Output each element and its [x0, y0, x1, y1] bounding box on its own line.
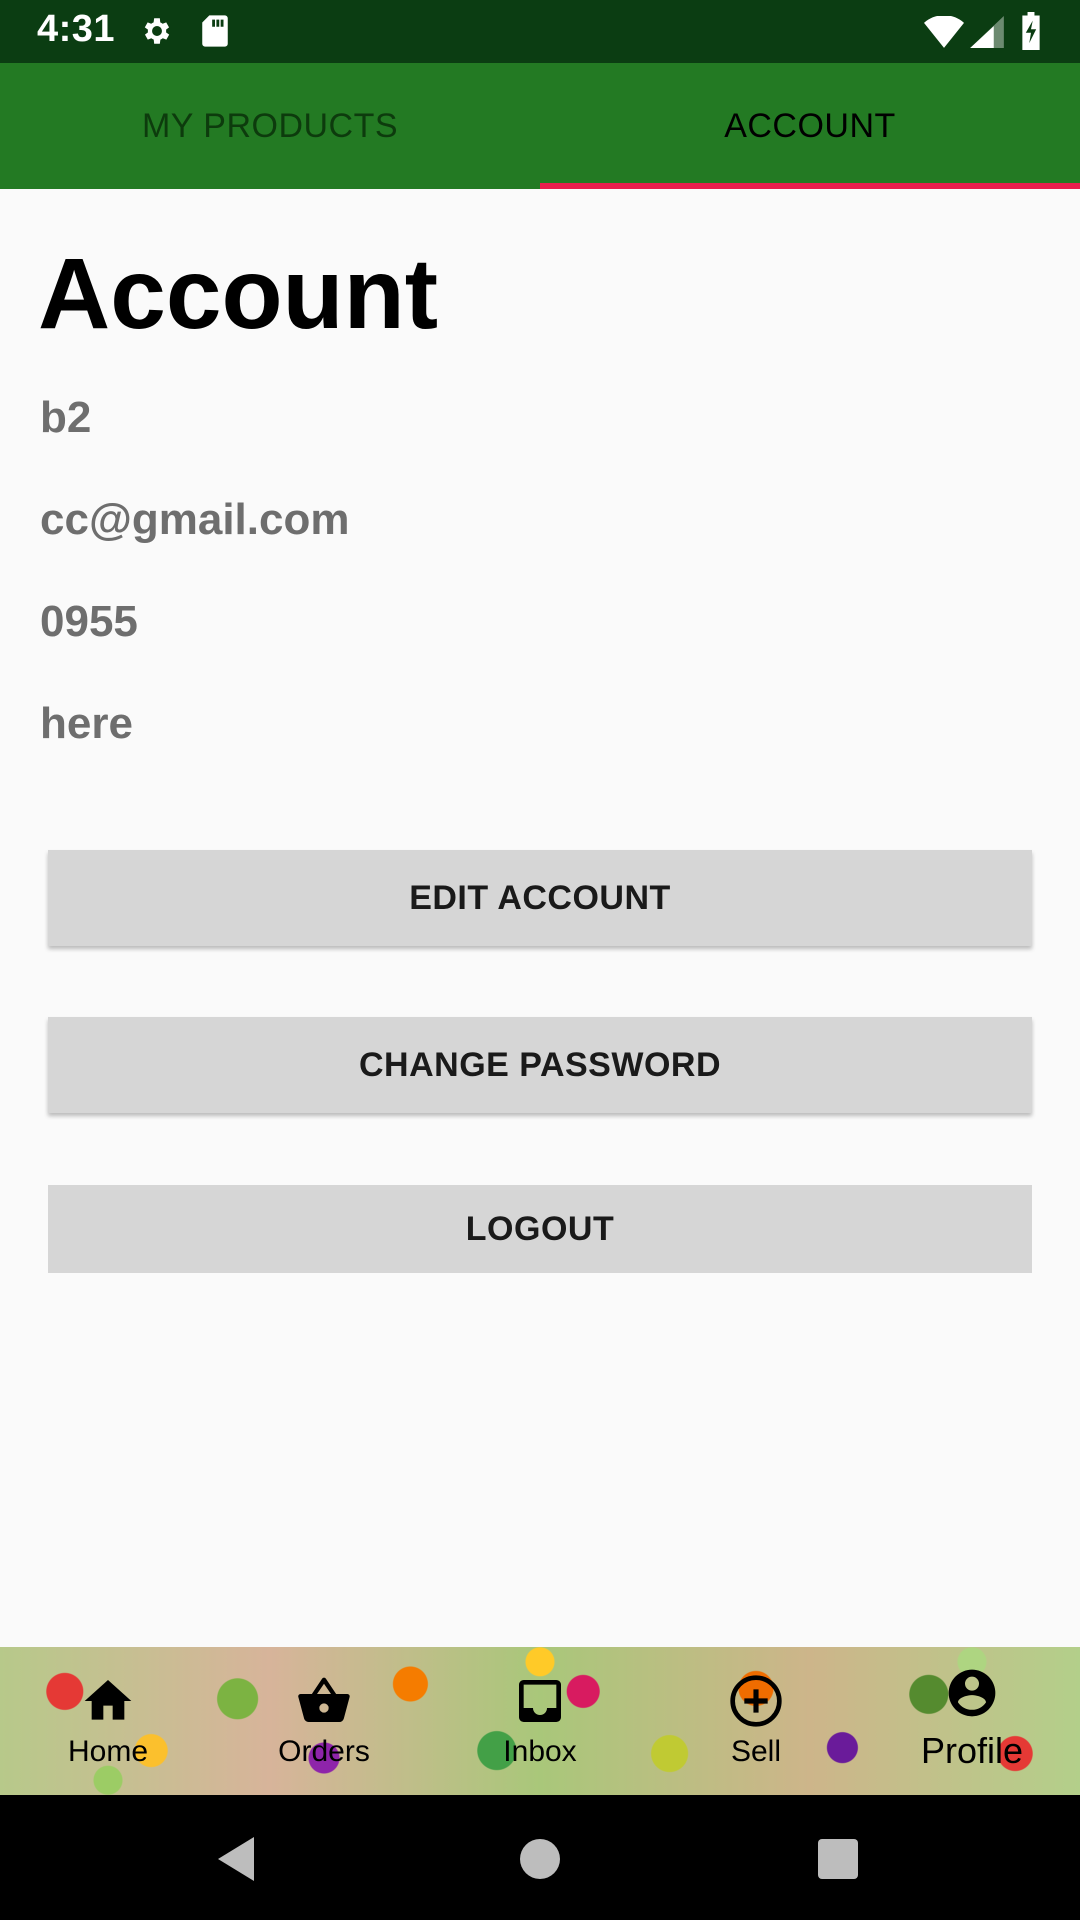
account-email: cc@gmail.com: [40, 495, 350, 544]
profile-icon: [944, 1665, 1000, 1721]
account-phone: 0955: [40, 597, 138, 646]
status-time: 4:31: [37, 8, 116, 50]
nav-sell[interactable]: Sell: [648, 1647, 864, 1795]
change-password-button[interactable]: CHANGE PASSWORD: [48, 1017, 1032, 1113]
screen: 4:31 MY PRODUCTS ACCOUNT Account b2 cc@g…: [0, 0, 1080, 1920]
bottom-nav: Home Orders Inbox Sell Profile: [0, 1647, 1080, 1795]
tab-account[interactable]: ACCOUNT: [540, 63, 1080, 189]
battery-charging-icon: [1020, 12, 1042, 55]
nav-orders-label: Orders: [278, 1735, 370, 1768]
back-icon[interactable]: [218, 1837, 258, 1886]
tab-bar: MY PRODUCTS ACCOUNT: [0, 63, 1080, 189]
nav-profile-label: Profile: [920, 1730, 1024, 1771]
logout-button[interactable]: LOGOUT: [48, 1185, 1032, 1273]
nav-home[interactable]: Home: [0, 1647, 216, 1795]
basket-icon: [296, 1673, 352, 1729]
signal-icon: [970, 16, 1004, 53]
system-nav-bar: [0, 1795, 1080, 1920]
tab-my-products[interactable]: MY PRODUCTS: [0, 63, 540, 189]
home-circle-icon[interactable]: [520, 1839, 560, 1884]
account-name: b2: [40, 393, 92, 442]
gear-icon: [140, 14, 174, 53]
home-icon: [80, 1673, 136, 1729]
nav-profile[interactable]: Profile: [864, 1647, 1080, 1795]
nav-sell-label: Sell: [730, 1735, 782, 1768]
recents-icon[interactable]: [818, 1839, 858, 1884]
nav-inbox[interactable]: Inbox: [432, 1647, 648, 1795]
edit-account-button[interactable]: EDIT ACCOUNT: [48, 850, 1032, 946]
status-bar: 4:31: [0, 0, 1080, 63]
nav-home-label: Home: [67, 1735, 149, 1768]
account-address: here: [40, 699, 133, 748]
tab-indicator: [540, 183, 1080, 189]
sd-card-icon: [200, 14, 230, 53]
wifi-icon: [924, 15, 964, 53]
nav-orders[interactable]: Orders: [216, 1647, 432, 1795]
page-title: Account: [38, 238, 438, 350]
add-circle-icon: [728, 1673, 784, 1729]
inbox-icon: [512, 1673, 568, 1729]
nav-inbox-label: Inbox: [503, 1735, 577, 1768]
